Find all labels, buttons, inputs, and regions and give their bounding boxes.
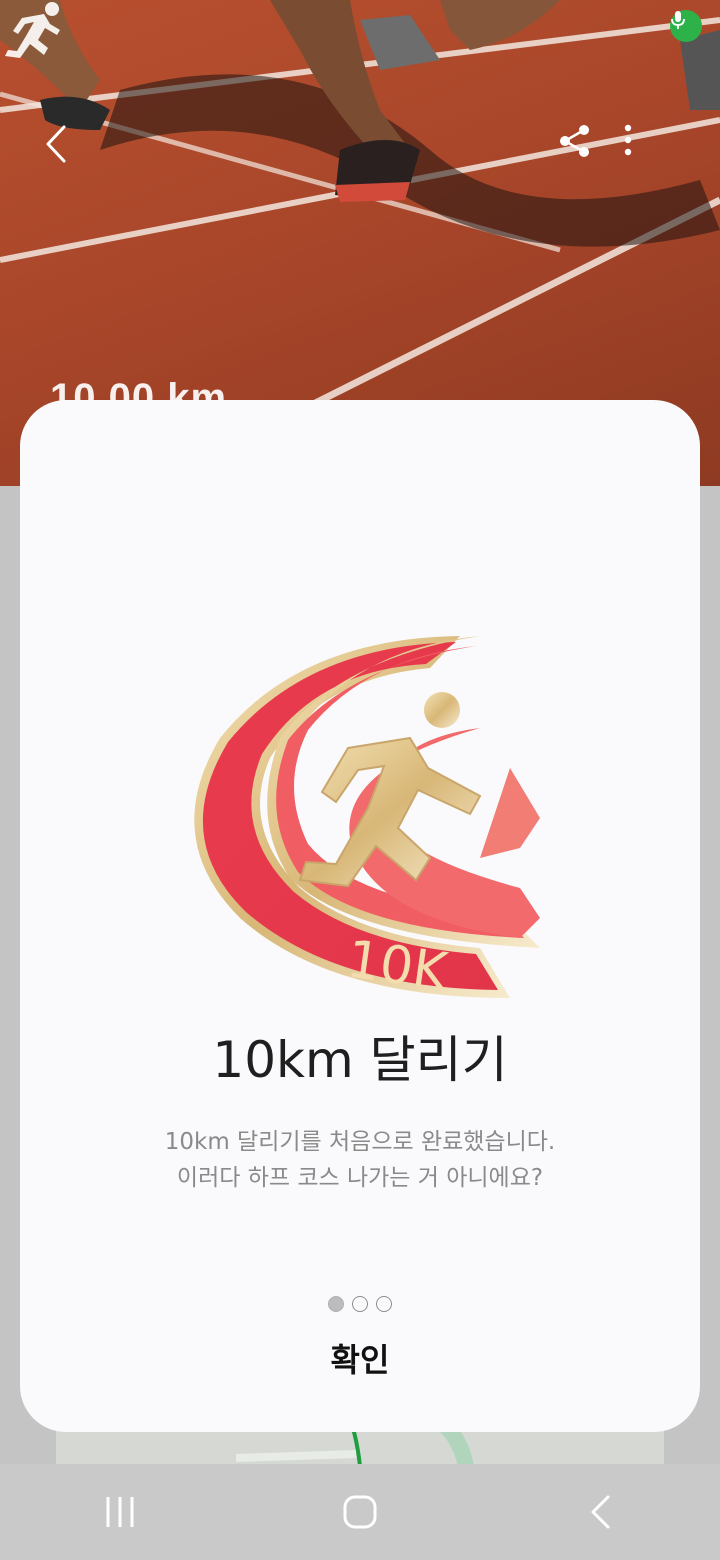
confirm-button[interactable]: 확인 [260,1326,460,1390]
more-vertical-icon[interactable] [624,124,672,172]
achievement-dialog: 10K 10km 달리기 10km 달리기를 처음으로 완료했습니다. 이러다 … [20,400,700,1432]
page-dot-2[interactable] [352,1296,368,1312]
badge-label: 10K [343,929,453,1003]
page-dot-3[interactable] [376,1296,392,1312]
10k-badge-icon: 10K [194,636,540,1003]
back-arrow-icon[interactable] [44,124,92,172]
recent-apps-icon[interactable] [80,1472,160,1552]
dialog-message: 10km 달리기를 처음으로 완료했습니다. 이러다 하프 코스 나가는 거 아… [20,1124,700,1196]
running-icon [5,2,60,58]
share-icon[interactable] [558,124,606,172]
message-line-1: 10km 달리기를 처음으로 완료했습니다. [164,1129,556,1155]
home-icon[interactable] [320,1472,400,1552]
system-navbar [0,1464,720,1560]
mic-icon[interactable] [670,10,702,42]
dialog-title: 10km 달리기 [212,1031,508,1089]
message-line-2: 이러다 하프 코스 나가는 거 아니에요? [176,1165,544,1191]
page-dot-1[interactable] [328,1296,344,1312]
back-icon[interactable] [560,1472,640,1552]
page-indicator[interactable] [20,1296,700,1312]
